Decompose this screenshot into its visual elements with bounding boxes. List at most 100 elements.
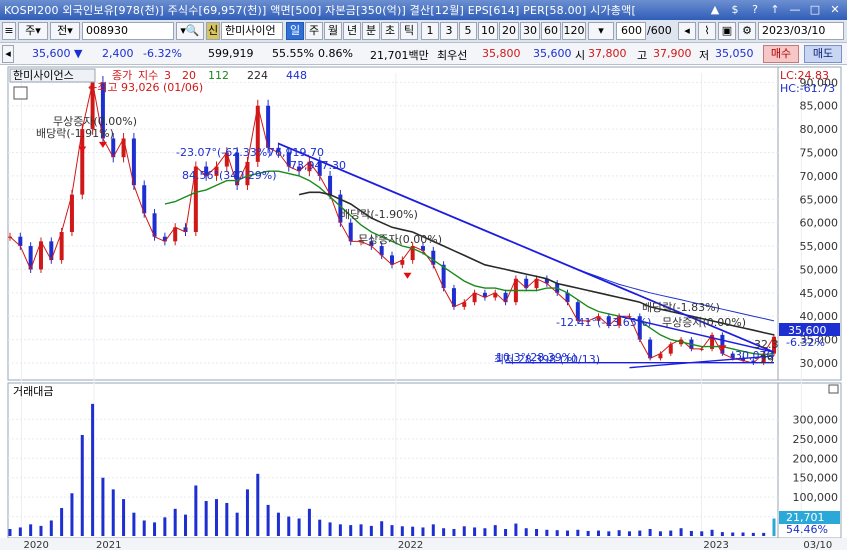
chart-annotation: 배당락(-1.91%)	[36, 127, 114, 140]
gear-icon[interactable]: ⚙	[738, 22, 756, 40]
date-x-tick-label: 2021	[96, 540, 121, 550]
date-x-tick-label: 03/10	[803, 540, 832, 550]
low-label: 저	[699, 49, 710, 62]
pin-icon[interactable]: ↑	[767, 2, 783, 17]
best-bid: 35,600	[533, 47, 572, 60]
interval-30[interactable]: 30	[520, 22, 540, 40]
chart-area[interactable]: 한미사이언스 종가 지수 3 20 112 224 448 LC:24.83 HC:-61.…	[0, 65, 847, 550]
chart-annotation: 10.3°(28.39%)	[496, 351, 577, 364]
volume-bar	[452, 529, 456, 536]
volume: 599,919	[208, 47, 254, 60]
stock-code-input[interactable]: 008930	[82, 22, 174, 40]
legend-entry: 112	[208, 69, 229, 82]
down-triangle-icon: ▼	[74, 47, 83, 60]
chart-annotation: ←최고 93,026 (01/06)	[88, 81, 203, 94]
volume-bar	[390, 525, 394, 536]
volume-bar	[142, 520, 146, 536]
menu-icon[interactable]: ≡	[2, 22, 16, 40]
volume-bar	[576, 529, 580, 536]
interval-3[interactable]: 3	[440, 22, 458, 40]
volume-bar	[431, 524, 435, 536]
dollar-icon[interactable]: $	[727, 2, 743, 17]
period-select[interactable]: 주▾	[18, 22, 48, 40]
volume-bar	[566, 530, 570, 536]
search-icon[interactable]: ▾🔍	[176, 22, 204, 40]
chart-toolbar: ≡ 주▾ 전▾ 008930 ▾🔍 신 한미사이언 일 주 월 년 분 초 틱 …	[0, 20, 847, 43]
tab-tick[interactable]: 틱	[400, 22, 418, 40]
volume-bar	[245, 489, 249, 536]
current-price: 35,600 ▼	[32, 47, 82, 60]
buy-button[interactable]: 매수	[763, 45, 799, 63]
low-price: 35,050	[715, 47, 754, 60]
table-icon[interactable]	[13, 86, 28, 100]
volume-bar	[111, 489, 115, 536]
volume-bar	[607, 531, 611, 536]
volume-bar	[545, 529, 549, 536]
tab-minute[interactable]: 분	[362, 22, 380, 40]
volume-bar	[49, 520, 53, 536]
volume-bar	[307, 508, 311, 536]
interval-120[interactable]: 120	[562, 22, 586, 40]
price-change: 2,400	[102, 47, 134, 60]
volume-y-tick-label: 250,000	[793, 433, 839, 446]
sell-button[interactable]: 매도	[804, 45, 842, 63]
volume-bar	[29, 524, 33, 536]
volume-bar	[493, 525, 497, 536]
stock-chart[interactable]: 한미사이언스 종가 지수 3 20 112 224 448 LC:24.83 HC:-61.…	[0, 65, 847, 550]
tab-year[interactable]: 년	[343, 22, 361, 40]
interval-1[interactable]: 1	[421, 22, 439, 40]
count-input[interactable]: 600	[616, 22, 646, 40]
chart-type-icon[interactable]: ⌇	[698, 22, 716, 40]
volume-bar	[60, 508, 64, 536]
volume-bar	[204, 501, 208, 536]
volume-bar	[91, 403, 95, 536]
volume-bar	[184, 514, 188, 536]
interval-10[interactable]: 10	[478, 22, 498, 40]
volume-bar	[153, 522, 157, 536]
prev-select[interactable]: 전▾	[50, 22, 80, 40]
help-icon[interactable]: ?	[747, 2, 763, 17]
price-y-tick-label: 55,000	[800, 240, 839, 253]
price-y-tick-label: 65,000	[800, 193, 839, 206]
scroll-left-icon[interactable]: ◂	[678, 22, 696, 40]
volume-bar	[535, 529, 539, 536]
quote-toggle-icon[interactable]: ◂	[2, 45, 14, 63]
prev-select-value: 전	[57, 24, 68, 37]
volume-bar	[235, 512, 239, 536]
volume-bar	[225, 502, 229, 536]
price-y-tick-label: 45,000	[800, 287, 839, 300]
volume-bar	[762, 532, 766, 536]
interval-dropdown[interactable]: ▾	[588, 22, 614, 40]
panel-close-icon[interactable]	[828, 384, 839, 394]
volume-bar	[421, 527, 425, 536]
tab-week[interactable]: 주	[305, 22, 323, 40]
date-input[interactable]: 2023/03/10	[758, 22, 844, 40]
maximize-icon[interactable]: □	[807, 2, 823, 17]
interval-5[interactable]: 5	[459, 22, 477, 40]
tab-day[interactable]: 일	[286, 22, 304, 40]
volume-bar	[70, 493, 74, 536]
save-icon[interactable]: ▣	[718, 22, 736, 40]
volume-y-tick-label: 150,000	[793, 472, 839, 485]
volume-bar	[101, 477, 105, 536]
close-icon[interactable]: ✕	[827, 2, 843, 17]
quote-bar: ◂ 35,600 ▼ 2,400 -6.32% 599,919 55.55% 0…	[0, 43, 847, 65]
tab-second[interactable]: 초	[381, 22, 399, 40]
volume-bar	[80, 434, 84, 536]
window-controls: ▲ $ ? ↑ — □ ✕	[707, 2, 843, 17]
volume-bar	[266, 504, 270, 536]
tab-month[interactable]: 월	[324, 22, 342, 40]
interval-60[interactable]: 60	[541, 22, 561, 40]
best-ask-label: 최우선	[437, 49, 468, 62]
volume-bar	[710, 529, 714, 536]
volume-bar	[287, 516, 291, 536]
volume-bar	[411, 526, 415, 536]
volume-bar	[276, 512, 280, 536]
up-arrow-icon[interactable]: ▲	[707, 2, 723, 17]
volume-bar	[514, 523, 518, 536]
interval-20[interactable]: 20	[499, 22, 519, 40]
chart-annotation: 73,947.30	[290, 159, 346, 172]
volume-bar	[648, 529, 652, 536]
volume-bar	[132, 512, 136, 536]
minimize-icon[interactable]: —	[787, 2, 803, 17]
